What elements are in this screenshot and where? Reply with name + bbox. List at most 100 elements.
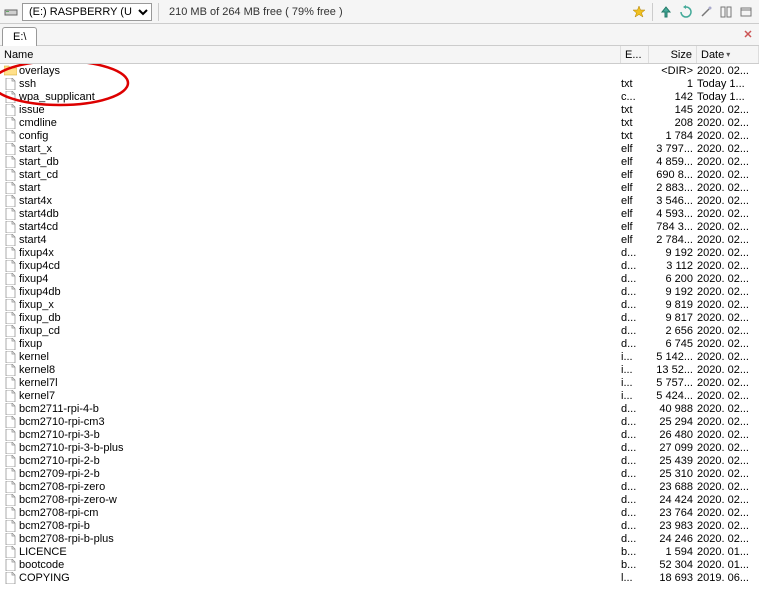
file-date: 2020. 02... xyxy=(697,312,759,324)
file-ext: d... xyxy=(621,442,649,454)
file-row[interactable]: fixup_cdd...2 6562020. 02... xyxy=(0,324,759,337)
file-row[interactable]: bcm2708-rpi-zerod...23 6882020. 02... xyxy=(0,480,759,493)
refresh-icon[interactable] xyxy=(677,3,695,21)
file-row[interactable]: bcm2708-rpi-zero-wd...24 4242020. 02... xyxy=(0,493,759,506)
file-row[interactable]: wpa_supplicantc...142Today 1... xyxy=(0,90,759,103)
file-icon xyxy=(3,221,17,233)
file-name: start4cd xyxy=(19,221,621,233)
file-row[interactable]: start4cdelf784 3...2020. 02... xyxy=(0,220,759,233)
drive-selector[interactable]: (E:) RASPBERRY (U xyxy=(22,3,152,21)
file-row[interactable]: issuetxt1452020. 02... xyxy=(0,103,759,116)
file-ext: i... xyxy=(621,390,649,402)
file-size: 690 8... xyxy=(649,169,697,181)
tab-current-path[interactable]: E:\ xyxy=(2,27,37,46)
file-row[interactable]: fixup4xd...9 1922020. 02... xyxy=(0,246,759,259)
file-row[interactable]: start4xelf3 546...2020. 02... xyxy=(0,194,759,207)
file-date: 2020. 02... xyxy=(697,221,759,233)
window-icon[interactable] xyxy=(737,3,755,21)
file-row[interactable]: kernel7i...5 424...2020. 02... xyxy=(0,389,759,402)
file-date: 2020. 02... xyxy=(697,117,759,129)
file-icon xyxy=(3,156,17,168)
file-row[interactable]: startelf2 883...2020. 02... xyxy=(0,181,759,194)
file-ext: d... xyxy=(621,494,649,506)
file-list[interactable]: overlays<DIR>2020. 02...sshtxt1Today 1..… xyxy=(0,64,759,600)
file-name: LICENCE xyxy=(19,546,621,558)
file-row[interactable]: start_cdelf690 8...2020. 02... xyxy=(0,168,759,181)
file-row[interactable]: bootcodeb...52 3042020. 01... xyxy=(0,558,759,571)
file-name: COPYING xyxy=(19,572,621,584)
file-ext: elf xyxy=(621,195,649,207)
file-row[interactable]: fixup4d...6 2002020. 02... xyxy=(0,272,759,285)
file-row[interactable]: kerneli...5 142...2020. 02... xyxy=(0,350,759,363)
file-size: 24 246 xyxy=(649,533,697,545)
file-date: 2020. 02... xyxy=(697,468,759,480)
file-icon xyxy=(3,403,17,415)
file-name: issue xyxy=(19,104,621,116)
file-icon xyxy=(3,572,17,584)
file-row[interactable]: bcm2708-rpi-bd...23 9832020. 02... xyxy=(0,519,759,532)
file-size: 13 52... xyxy=(649,364,697,376)
file-date: 2020. 02... xyxy=(697,182,759,194)
file-date: 2020. 02... xyxy=(697,351,759,363)
file-row[interactable]: start_dbelf4 859...2020. 02... xyxy=(0,155,759,168)
file-row[interactable]: fixup4dbd...9 1922020. 02... xyxy=(0,285,759,298)
file-row[interactable]: bcm2708-rpi-b-plusd...24 2462020. 02... xyxy=(0,532,759,545)
file-date: 2020. 02... xyxy=(697,260,759,272)
file-row[interactable]: kernel8i...13 52...2020. 02... xyxy=(0,363,759,376)
file-row[interactable]: bcm2711-rpi-4-bd...40 9882020. 02... xyxy=(0,402,759,415)
layout-icon[interactable] xyxy=(717,3,735,21)
file-row[interactable]: sshtxt1Today 1... xyxy=(0,77,759,90)
file-row[interactable]: fixup_xd...9 8192020. 02... xyxy=(0,298,759,311)
wand-icon[interactable] xyxy=(697,3,715,21)
file-size: 23 983 xyxy=(649,520,697,532)
file-row[interactable]: fixupd...6 7452020. 02... xyxy=(0,337,759,350)
column-header-size[interactable]: Size xyxy=(649,46,697,63)
toolbar: (E:) RASPBERRY (U 210 MB of 264 MB free … xyxy=(0,0,759,24)
file-ext: i... xyxy=(621,351,649,363)
column-header-ext[interactable]: E... xyxy=(621,46,649,63)
file-ext: d... xyxy=(621,416,649,428)
file-row[interactable]: bcm2710-rpi-2-bd...25 4392020. 02... xyxy=(0,454,759,467)
file-date: 2020. 02... xyxy=(697,533,759,545)
file-row[interactable]: bcm2709-rpi-2-bd...25 3102020. 02... xyxy=(0,467,759,480)
file-icon xyxy=(3,455,17,467)
file-ext: d... xyxy=(621,481,649,493)
file-size: 52 304 xyxy=(649,559,697,571)
file-name: start_db xyxy=(19,156,621,168)
file-icon xyxy=(3,208,17,220)
file-ext: elf xyxy=(621,234,649,246)
file-date: 2020. 02... xyxy=(697,455,759,467)
column-header-name[interactable]: Name xyxy=(0,46,621,63)
file-row[interactable]: COPYINGl...18 6932019. 06... xyxy=(0,571,759,584)
file-row[interactable]: configtxt1 7842020. 02... xyxy=(0,129,759,142)
file-row[interactable]: LICENCEb...1 5942020. 01... xyxy=(0,545,759,558)
file-row[interactable]: bcm2710-rpi-cm3d...25 2942020. 02... xyxy=(0,415,759,428)
file-row[interactable]: kernel7li...5 757...2020. 02... xyxy=(0,376,759,389)
file-row[interactable]: overlays<DIR>2020. 02... xyxy=(0,64,759,77)
file-row[interactable]: bcm2708-rpi-cmd...23 7642020. 02... xyxy=(0,506,759,519)
file-ext: d... xyxy=(621,429,649,441)
column-header-date[interactable]: Date▾ xyxy=(697,46,759,63)
file-row[interactable]: start4dbelf4 593...2020. 02... xyxy=(0,207,759,220)
file-ext: d... xyxy=(621,520,649,532)
file-ext: i... xyxy=(621,364,649,376)
file-row[interactable]: start4elf2 784...2020. 02... xyxy=(0,233,759,246)
file-size: 3 112 xyxy=(649,260,697,272)
file-row[interactable]: fixup4cdd...3 1122020. 02... xyxy=(0,259,759,272)
file-date: 2020. 02... xyxy=(697,195,759,207)
file-date: 2020. 02... xyxy=(697,247,759,259)
file-row[interactable]: bcm2710-rpi-3-bd...26 4802020. 02... xyxy=(0,428,759,441)
file-name: bcm2710-rpi-3-b-plus xyxy=(19,442,621,454)
file-row[interactable]: cmdlinetxt2082020. 02... xyxy=(0,116,759,129)
star-icon[interactable] xyxy=(630,3,648,21)
up-arrow-icon[interactable] xyxy=(657,3,675,21)
file-date: 2019. 06... xyxy=(697,572,759,584)
file-row[interactable]: start_xelf3 797...2020. 02... xyxy=(0,142,759,155)
file-row[interactable]: bcm2710-rpi-3-b-plusd...27 0992020. 02..… xyxy=(0,441,759,454)
file-name: fixup_x xyxy=(19,299,621,311)
file-row[interactable]: fixup_dbd...9 8172020. 02... xyxy=(0,311,759,324)
file-date: 2020. 02... xyxy=(697,143,759,155)
tab-close-icon[interactable] xyxy=(741,27,755,41)
file-name: kernel7l xyxy=(19,377,621,389)
file-ext: elf xyxy=(621,143,649,155)
